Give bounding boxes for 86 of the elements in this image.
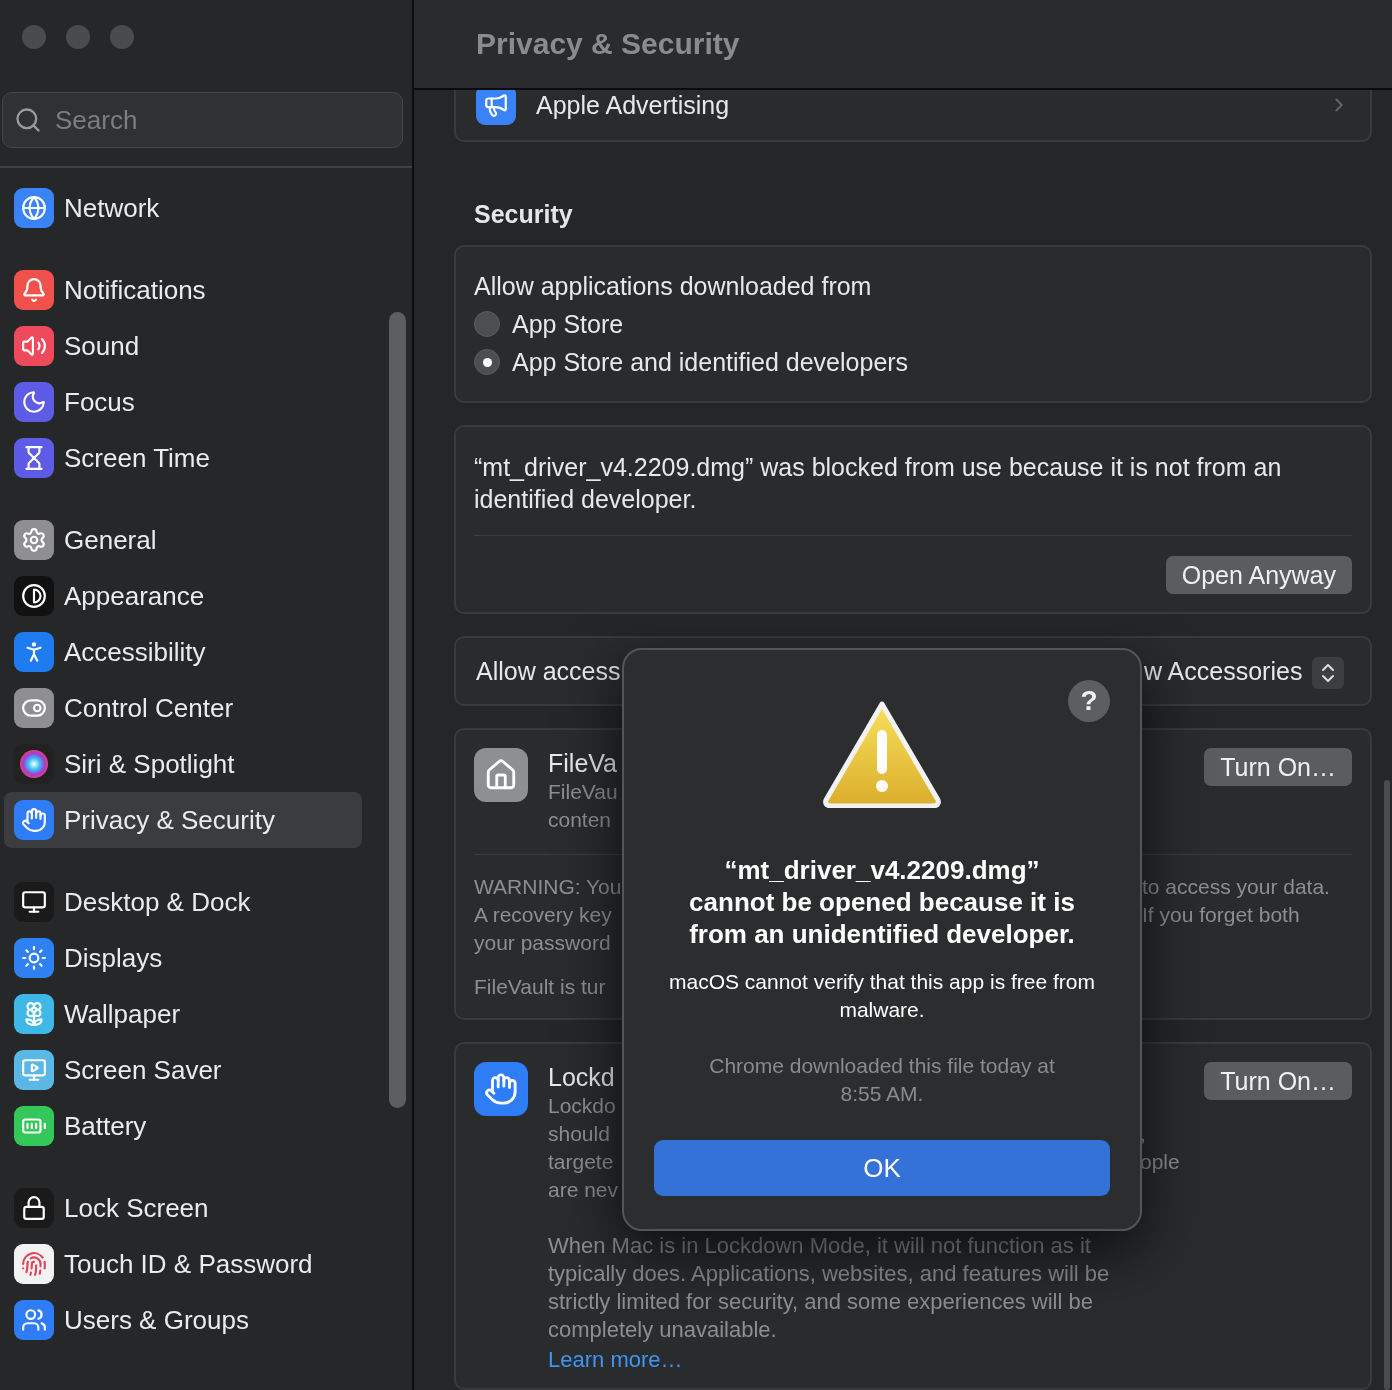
speaker-icon xyxy=(14,326,54,366)
hourglass-icon xyxy=(14,438,54,478)
sidebar-item[interactable]: Appearance xyxy=(4,568,362,624)
person-icon xyxy=(14,632,54,672)
warning-icon xyxy=(822,700,942,808)
feature-description: are nev xyxy=(548,1177,619,1203)
sidebar-item[interactable]: Battery xyxy=(4,1098,362,1154)
sidebar-item[interactable]: Accessibility xyxy=(4,624,362,680)
settings-card[interactable]: Apple Advertising xyxy=(454,90,1372,142)
section-heading: Security xyxy=(474,200,574,229)
fingerprint-icon xyxy=(14,1244,54,1284)
bell-icon xyxy=(14,270,54,310)
feature-description: targete xyxy=(548,1149,614,1175)
search-field[interactable]: Search xyxy=(2,92,403,148)
turn-on-button[interactable]: Turn On… xyxy=(1204,1062,1352,1100)
sidebar-item[interactable]: Displays xyxy=(4,930,362,986)
hand-icon xyxy=(474,1062,528,1116)
learn-more-link[interactable]: Learn more… xyxy=(548,1347,683,1372)
sidebar-item[interactable]: Wallpaper xyxy=(4,986,362,1042)
status-text: FileVault is tur xyxy=(474,975,606,998)
warning-text: A recovery key xyxy=(474,902,612,928)
sidebar-item[interactable]: Screen Saver xyxy=(4,1042,362,1098)
popup-value[interactable]: w Accessories xyxy=(1144,650,1345,692)
gear-icon xyxy=(14,520,54,560)
radio-option[interactable]: App Store and identified developers xyxy=(474,343,1352,381)
alert-message: macOS cannot verify that this app is free from malware. xyxy=(668,969,1096,1023)
sidebar-item[interactable]: Touch ID & Password xyxy=(4,1236,362,1292)
feature-description: , xyxy=(1140,1121,1146,1147)
people-icon xyxy=(14,1300,54,1340)
sidebar-item[interactable]: Notifications xyxy=(4,262,362,318)
sun-icon xyxy=(14,938,54,978)
sidebar-item[interactable]: Network xyxy=(4,180,362,236)
alert-info: Chrome downloaded this file today at 8:55 AM. xyxy=(708,1053,1056,1107)
sidebar-item[interactable]: Lock Screen xyxy=(4,1180,362,1236)
search-icon xyxy=(14,106,42,134)
window-title: Privacy & Security xyxy=(476,27,740,61)
feature-description: conten xyxy=(548,807,612,833)
flower-icon xyxy=(14,994,54,1034)
lock-icon xyxy=(14,1188,54,1228)
window-control[interactable] xyxy=(66,25,90,49)
sidebar-item[interactable]: Privacy & Security xyxy=(4,792,362,848)
warning-text: your password xyxy=(474,930,611,956)
feature-title: Lockd xyxy=(548,1062,615,1092)
feature-description: ople xyxy=(1140,1149,1180,1175)
monitor-icon xyxy=(14,1050,54,1090)
globe-icon xyxy=(14,188,54,228)
ok-button[interactable]: OK xyxy=(654,1140,1110,1196)
scrollbar[interactable] xyxy=(1384,780,1390,1390)
radio-option[interactable]: App Store xyxy=(474,305,1352,343)
orb-icon xyxy=(14,744,54,784)
window-control[interactable] xyxy=(22,25,46,49)
moon-icon xyxy=(14,382,54,422)
description-paragraph: When Mac is in Lockdown Mode, it will not function as it typically does. Applications, websites, and features will be strictly limited for security, and some experiences will be completely unavailable. xyxy=(548,1232,1111,1344)
sidebar-item[interactable]: Users & Groups xyxy=(4,1292,362,1348)
warning-text: to access your data. xyxy=(1142,874,1330,900)
feature-title: FileVa xyxy=(548,748,617,778)
sidebar-item[interactable]: Siri & Spotlight xyxy=(4,736,362,792)
feature-description: Lockdo xyxy=(548,1093,616,1119)
sidebar-item[interactable]: Desktop & Dock xyxy=(4,874,362,930)
feature-description: FileVau xyxy=(548,779,618,805)
sidebar-item[interactable]: Focus xyxy=(4,374,362,430)
sidebar-item[interactable]: Control Center xyxy=(4,680,362,736)
setting-label: Allow access xyxy=(476,656,621,687)
megaphone-icon xyxy=(476,90,516,125)
alert-title: “mt_driver_v4.2209.dmg” cannot be opened because it is from an unidentified developer. xyxy=(688,854,1076,950)
turn-on-button[interactable]: Turn On… xyxy=(1204,748,1352,786)
toggle-icon xyxy=(14,688,54,728)
sidebar-item[interactable]: Screen Time xyxy=(4,430,362,486)
sidebar-item[interactable]: General xyxy=(4,512,362,568)
warning-text: If you forget both xyxy=(1142,902,1300,928)
house-icon xyxy=(474,748,528,802)
row-label: Apple Advertising xyxy=(536,90,731,120)
open-anyway-button[interactable]: Open Anyway xyxy=(1165,556,1352,594)
help-button[interactable]: ? xyxy=(1068,680,1110,722)
contrast-icon xyxy=(14,576,54,616)
blocked-message: “mt_driver_v4.2209.dmg” was blocked from use because it is not from an identified developer. xyxy=(474,451,1352,536)
scrollbar[interactable] xyxy=(389,312,406,1108)
monitor-icon xyxy=(14,882,54,922)
feature-description: should xyxy=(548,1121,610,1147)
hand-icon xyxy=(14,800,54,840)
setting-label: Allow applications downloaded from xyxy=(474,271,873,302)
stepper-icon[interactable] xyxy=(1312,657,1345,690)
battery-icon xyxy=(14,1106,54,1146)
warning-text: WARNING: You xyxy=(474,874,622,900)
window-control[interactable] xyxy=(110,25,134,49)
sidebar-item[interactable]: Sound xyxy=(4,318,362,374)
